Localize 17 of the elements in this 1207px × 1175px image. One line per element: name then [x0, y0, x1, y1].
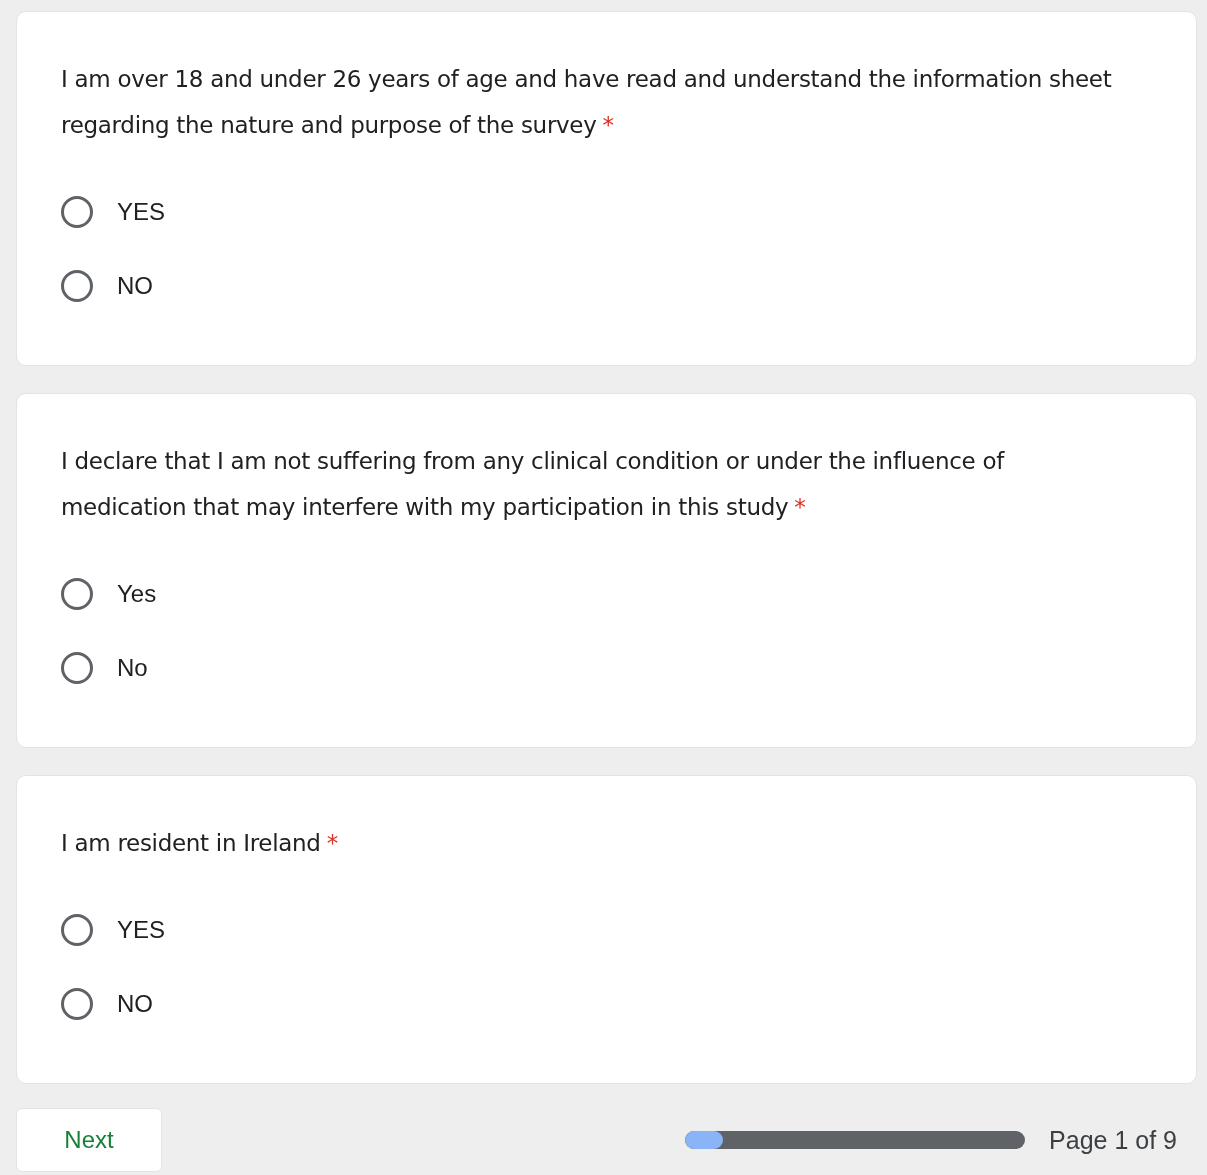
radio-button[interactable]	[61, 270, 93, 302]
option-label: YES	[117, 198, 166, 226]
radio-button[interactable]	[61, 914, 93, 946]
question-text: I am resident in Ireland *	[61, 829, 339, 858]
radio-button[interactable]	[61, 652, 93, 684]
option-label: YES	[117, 916, 166, 944]
question-text: I am over 18 and under 26 years of age and have read and understand the information sheet regarding the nature and purpose of the survey *	[61, 65, 1113, 140]
page-indicator: Page 1 of 9	[1049, 1125, 1177, 1155]
radio-button[interactable]	[61, 988, 93, 1020]
radio-button[interactable]	[61, 578, 93, 610]
option-label: NO	[117, 272, 153, 300]
next-button[interactable]: Next	[16, 1108, 162, 1172]
option-label: No	[117, 654, 148, 682]
option-label: NO	[117, 990, 153, 1018]
radio-button[interactable]	[61, 196, 93, 228]
question-text: I declare that I am not suffering from any clinical condition or under the influence of medication that may interfere with my participation in this study *	[61, 447, 1006, 522]
option-label: Yes	[117, 580, 157, 608]
